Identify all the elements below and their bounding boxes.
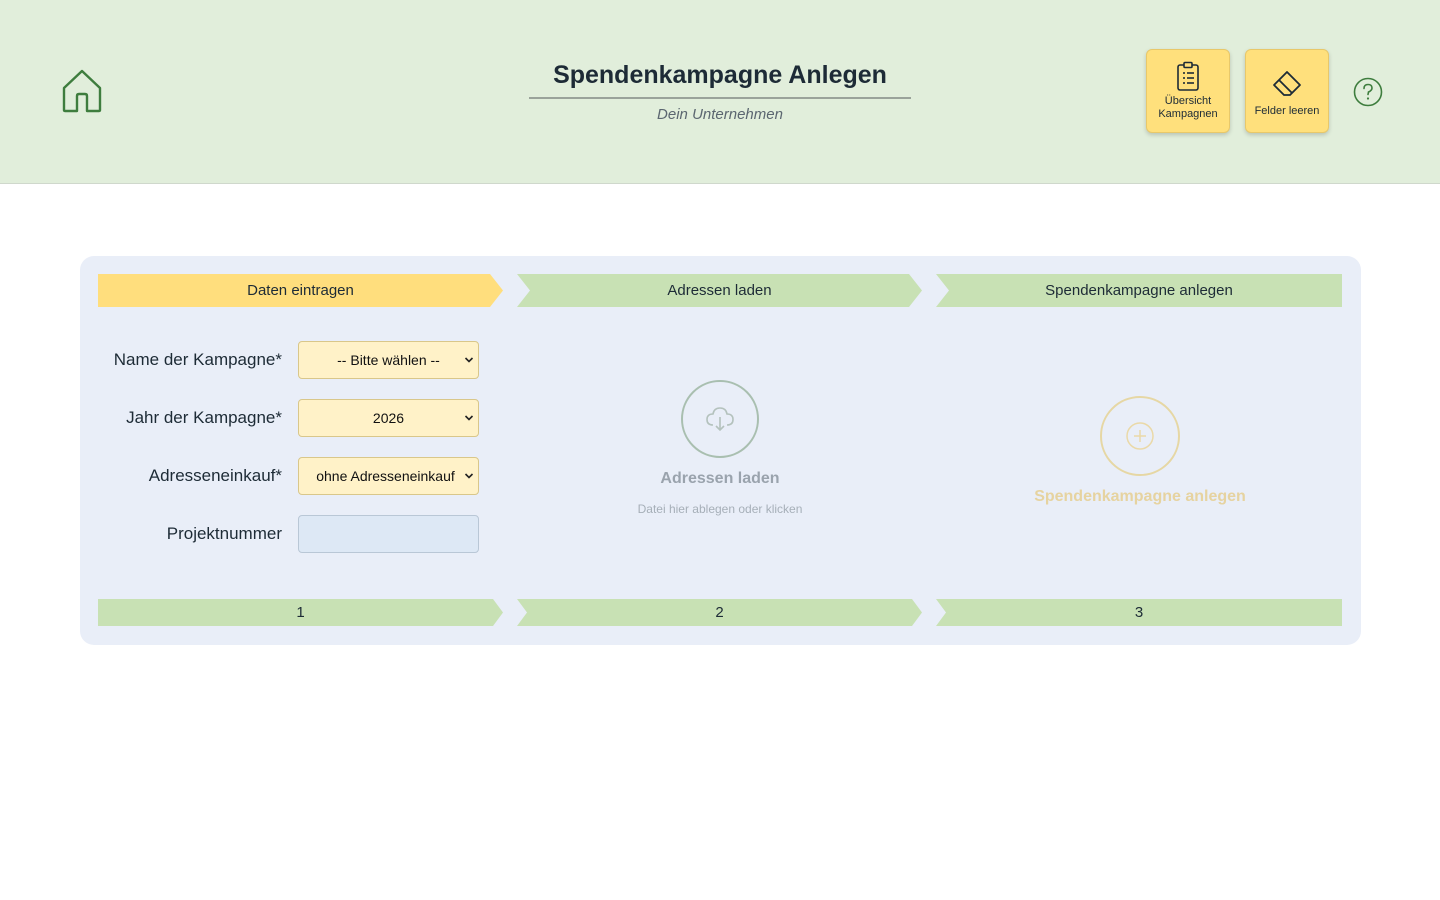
clear-label: Felder leeren xyxy=(1254,105,1320,117)
dropzone-hint: Datei hier ablegen oder klicken xyxy=(637,502,803,516)
question-circle-icon xyxy=(1353,77,1383,107)
chevron-down-icon xyxy=(464,415,474,421)
company-subtitle: Dein Unternehmen xyxy=(657,106,783,123)
clipboard-list-icon xyxy=(1177,61,1199,91)
campaign-year-select[interactable]: 2026 xyxy=(298,399,479,437)
chevron-down-icon xyxy=(464,357,474,363)
project-number-label: Projektnummer xyxy=(166,524,282,543)
step-number-2: 2 xyxy=(517,599,922,626)
help-button[interactable] xyxy=(1353,77,1383,107)
create-circle xyxy=(1100,396,1180,476)
eraser-icon xyxy=(1273,71,1301,96)
cloud-download-icon xyxy=(706,407,734,432)
create-campaign-button[interactable]: Spendenkampagne anlegen xyxy=(1020,396,1260,516)
title-block: Spendenkampagne Anlegen Dein Unternehmen xyxy=(529,58,911,123)
overview-label-line1: Übersicht xyxy=(1164,95,1212,107)
clear-fields-button[interactable]: Felder leeren xyxy=(1245,49,1329,133)
campaign-name-label: Name der Kampagne* xyxy=(113,350,282,369)
project-number-input[interactable] xyxy=(298,515,479,553)
campaign-year-label: Jahr der Kampagne* xyxy=(126,408,282,427)
dropzone-circle xyxy=(681,380,759,458)
address-purchase-value: ohne Adresseneinkauf xyxy=(316,468,455,484)
campaign-name-select[interactable]: -- Bitte wählen -- xyxy=(298,341,479,379)
create-campaign-title: Spendenkampagne anlegen xyxy=(1034,488,1246,505)
chevron-down-icon xyxy=(464,473,474,479)
address-purchase-select[interactable]: ohne Adresseneinkauf xyxy=(298,457,479,495)
step-1-data-entry[interactable]: Daten eintragen xyxy=(98,274,503,307)
overview-campaigns-button[interactable]: Übersicht Kampagnen xyxy=(1146,49,1230,133)
step-3-create-campaign[interactable]: Spendenkampagne anlegen xyxy=(936,274,1342,307)
step-2-load-addresses[interactable]: Adressen laden xyxy=(517,274,922,307)
home-button[interactable] xyxy=(60,68,104,114)
dropzone-title: Adressen laden xyxy=(660,470,780,487)
campaign-year-value: 2026 xyxy=(372,410,405,426)
step-number-3: 3 xyxy=(936,599,1342,626)
page-title: Spendenkampagne Anlegen xyxy=(529,58,911,99)
plus-circle-icon xyxy=(1126,422,1154,450)
overview-label-line2: Kampagnen xyxy=(1158,108,1218,120)
address-dropzone[interactable]: Adressen laden Datei hier ablegen oder k… xyxy=(600,376,840,536)
step-number-1: 1 xyxy=(98,599,503,626)
wizard-panel: Daten eintragen Adressen laden Spendenka… xyxy=(80,256,1361,645)
app-header: Spendenkampagne Anlegen Dein Unternehmen… xyxy=(0,0,1440,184)
home-icon xyxy=(62,69,102,113)
campaign-name-value: -- Bitte wählen -- xyxy=(337,352,440,368)
address-purchase-label: Adresseneinkauf* xyxy=(148,466,282,485)
